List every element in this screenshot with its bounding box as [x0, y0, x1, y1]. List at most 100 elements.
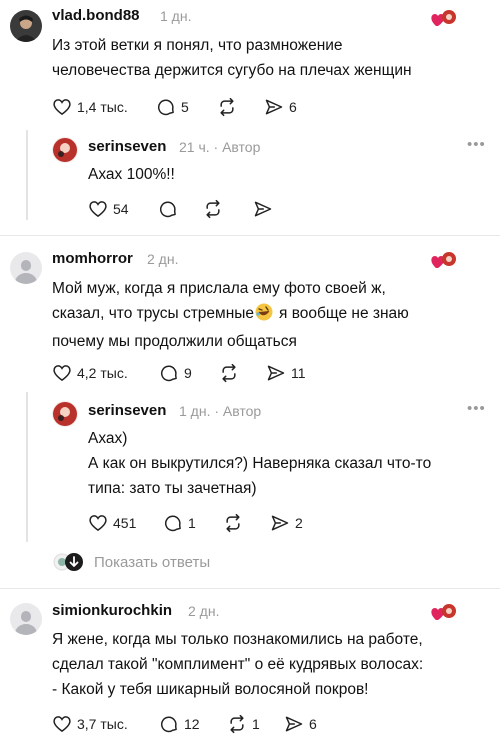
comment-line: Ахах 100%!!	[88, 166, 175, 183]
avatar[interactable]	[52, 137, 78, 163]
comment-line: почему мы продолжили общаться	[52, 333, 297, 350]
comment-text: Из этой ветки я понял, что размножение ч…	[52, 33, 412, 83]
speech-bubble-icon	[157, 99, 174, 116]
thread-line	[26, 130, 28, 220]
author-liked-heart-icon	[431, 251, 456, 269]
like-button[interactable]: 1,4 тыс.	[52, 96, 128, 118]
comment-text: Мой муж, когда я прислала ему фото своей…	[52, 276, 409, 354]
speech-bubble-icon	[160, 716, 177, 733]
share-button[interactable]: 6	[284, 713, 317, 735]
like-count: 4,2 тыс.	[77, 365, 128, 381]
repost-arrows-icon	[222, 363, 236, 383]
comment-line-part: я вообще не знаю	[279, 305, 409, 322]
username[interactable]: simionkurochkin	[52, 602, 172, 619]
like-button[interactable]: 54	[88, 198, 129, 220]
heart-outline-icon	[53, 365, 71, 382]
speech-bubble-icon	[159, 201, 176, 218]
like-button[interactable]: 451	[88, 512, 136, 534]
username[interactable]: vlad.bond88	[52, 7, 140, 24]
username[interactable]: serinseven	[88, 138, 166, 155]
reply-count: 9	[184, 365, 192, 381]
action-bar: 54	[88, 198, 288, 220]
timestamp: 21 ч. · Автор	[179, 139, 261, 155]
like-count: 1,4 тыс.	[77, 99, 128, 115]
like-count: 3,7 тыс.	[77, 716, 128, 732]
comment-line: Я жене, когда мы только познакомились на…	[52, 631, 423, 648]
action-bar: 3,7 тыс. 12 1 6	[52, 713, 352, 735]
heart-outline-icon	[53, 716, 71, 733]
send-arrow-icon	[267, 365, 285, 381]
reply-button[interactable]: 12	[159, 713, 200, 735]
comment-text: Ахах 100%!!	[88, 162, 175, 187]
action-bar: 1,4 тыс. 5 6	[52, 96, 352, 118]
comment-line-with-emoji: сказал, что трусы стремные я вообще не з…	[52, 301, 409, 329]
like-count: 54	[113, 201, 129, 217]
action-bar: 4,2 тыс. 9 11	[52, 362, 352, 384]
share-button[interactable]: 2	[270, 512, 303, 534]
reply-button[interactable]: 1	[163, 512, 196, 534]
like-button[interactable]: 4,2 тыс.	[52, 362, 128, 384]
repost-button[interactable]	[203, 198, 228, 220]
reply-button[interactable]	[158, 198, 183, 220]
timestamp: 1 дн. · Автор	[179, 403, 262, 419]
show-replies-label: Показать ответы	[94, 553, 211, 571]
author-liked-heart-icon	[431, 603, 456, 621]
repost-button[interactable]	[219, 362, 244, 384]
heart-outline-icon	[89, 201, 107, 218]
comment-line: Мой муж, когда я прислала ему фото своей…	[52, 280, 386, 297]
thread-line	[26, 392, 28, 542]
repost-count: 1	[252, 716, 260, 732]
comment-line-part: сказал, что трусы стремные	[52, 305, 255, 322]
share-count: 11	[291, 365, 306, 381]
comment-line: типа: зато ты зачетная)	[88, 480, 257, 497]
timestamp: 2 дн.	[147, 251, 179, 267]
username[interactable]: serinseven	[88, 402, 166, 419]
share-count: 2	[295, 515, 303, 531]
expand-down-icon	[53, 553, 83, 571]
avatar[interactable]	[10, 252, 42, 284]
like-count: 451	[113, 515, 137, 531]
heart-outline-icon	[89, 515, 107, 532]
send-arrow-icon	[285, 716, 303, 732]
repost-arrows-icon	[230, 714, 244, 734]
repost-button[interactable]	[217, 96, 242, 118]
speech-bubble-icon	[160, 365, 177, 382]
share-button[interactable]: 11	[266, 362, 306, 384]
comment-line: Из этой ветки я понял, что размножение	[52, 37, 343, 54]
send-arrow-icon	[254, 201, 272, 217]
comment-line: А как он выкрутился?) Наверняка сказал ч…	[88, 455, 432, 472]
avatar[interactable]	[10, 603, 42, 635]
reply-button[interactable]: 5	[156, 96, 189, 118]
repost-button[interactable]: 1	[227, 713, 260, 735]
repost-arrows-icon	[220, 97, 234, 117]
author-liked-heart-icon	[431, 9, 456, 27]
more-dots-icon[interactable]: •••	[467, 400, 486, 417]
reply-count: 1	[188, 515, 196, 531]
share-button[interactable]	[253, 198, 278, 220]
heart-outline-icon	[53, 99, 71, 116]
timestamp: 1 дн.	[160, 8, 192, 24]
comment-line: Ахах)	[88, 430, 128, 447]
show-replies-button[interactable]: Показать ответы	[52, 552, 210, 572]
like-button[interactable]: 3,7 тыс.	[52, 713, 128, 735]
speech-bubble-icon	[164, 515, 181, 532]
comment-line: - Какой у тебя шикарный волосяной покров…	[52, 681, 369, 698]
more-dots-icon[interactable]: •••	[467, 136, 486, 153]
comment-line: сделал такой "комплимент" о её кудрявых …	[52, 656, 424, 673]
divider	[0, 235, 500, 236]
avatar[interactable]	[10, 10, 42, 42]
rolling-laughing-emoji	[255, 303, 273, 329]
share-button[interactable]: 6	[264, 96, 297, 118]
send-arrow-icon	[265, 99, 283, 115]
comment-text: Ахах) А как он выкрутился?) Наверняка ск…	[88, 426, 431, 501]
reply-count: 5	[181, 99, 189, 115]
reply-count: 12	[184, 716, 200, 732]
share-count: 6	[289, 99, 297, 115]
avatar[interactable]	[52, 401, 78, 427]
repost-button[interactable]	[223, 512, 248, 534]
reply-button[interactable]: 9	[159, 362, 192, 384]
username[interactable]: momhorror	[52, 250, 133, 267]
share-count: 6	[309, 716, 317, 732]
divider	[0, 588, 500, 589]
repost-arrows-icon	[226, 513, 240, 533]
